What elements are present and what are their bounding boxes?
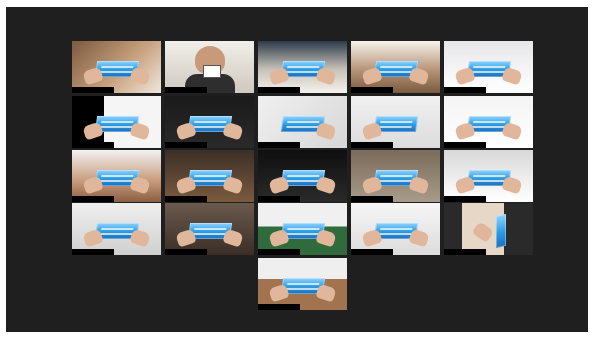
participant-tile[interactable]	[351, 96, 440, 148]
participant-name-bar	[351, 142, 393, 148]
participant-tile[interactable]	[72, 41, 161, 93]
participant-tile[interactable]	[258, 203, 347, 255]
participant-name-bar	[258, 304, 300, 310]
participant-name-bar	[165, 249, 207, 255]
participant-name-bar	[351, 196, 393, 202]
participant-tile[interactable]	[72, 150, 161, 202]
participant-name-bar	[444, 142, 486, 148]
participant-name-bar	[72, 142, 114, 148]
participant-tile[interactable]	[444, 203, 533, 255]
participant-name-bar	[258, 142, 300, 148]
participant-name-bar	[258, 87, 300, 93]
participant-tile[interactable]	[72, 96, 161, 148]
participant-tile[interactable]	[165, 203, 254, 255]
tablet-screen	[496, 213, 506, 249]
participant-name-bar	[444, 249, 486, 255]
participant-name-bar	[165, 87, 207, 93]
participant-tile[interactable]	[258, 258, 347, 310]
participant-name-bar	[258, 196, 300, 202]
participant-name-bar	[351, 249, 393, 255]
participant-tile[interactable]	[72, 203, 161, 255]
participant-tile[interactable]	[444, 41, 533, 93]
participant-name-bar	[444, 196, 486, 202]
participant-tile[interactable]	[258, 41, 347, 93]
participant-tile[interactable]	[351, 203, 440, 255]
meeting-gallery-window	[6, 7, 588, 332]
participant-name-bar	[72, 249, 114, 255]
participant-tile-active-speaker[interactable]	[165, 41, 254, 93]
participant-name-bar	[165, 142, 207, 148]
participant-tile[interactable]	[351, 41, 440, 93]
participant-tile[interactable]	[165, 96, 254, 148]
participant-name-bar	[258, 249, 300, 255]
participant-name-bar	[444, 87, 486, 93]
participant-tile[interactable]	[351, 150, 440, 202]
participant-tile[interactable]	[165, 150, 254, 202]
participant-name-bar	[72, 87, 114, 93]
participant-tile[interactable]	[444, 150, 533, 202]
participant-tile[interactable]	[258, 150, 347, 202]
participant-name-bar	[165, 196, 207, 202]
participant-tile[interactable]	[444, 96, 533, 148]
participant-name-bar	[72, 196, 114, 202]
participant-tile[interactable]	[258, 96, 347, 148]
participant-name-bar	[351, 87, 393, 93]
held-card	[203, 65, 221, 78]
